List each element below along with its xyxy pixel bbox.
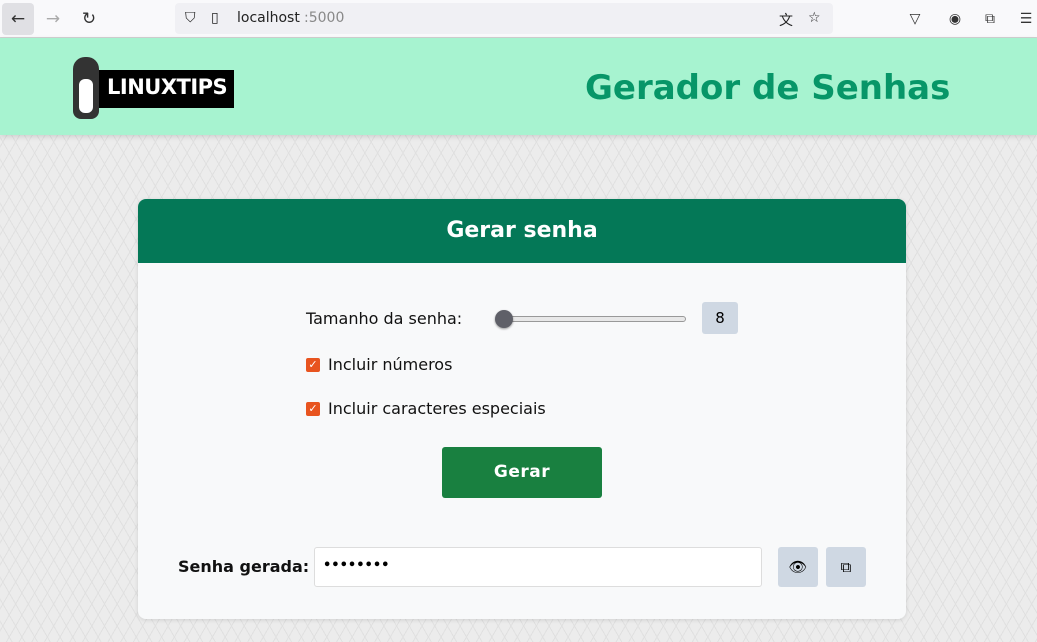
url-port: :5000 [304, 10, 345, 26]
penguin-icon [73, 57, 99, 119]
generate-button[interactable]: Gerar [442, 447, 602, 498]
forward-button[interactable]: → [37, 3, 69, 35]
generated-password-field[interactable]: •••••••• [314, 547, 762, 587]
length-label: Tamanho da senha: [306, 309, 463, 328]
back-button[interactable]: ← [2, 3, 34, 35]
show-password-button[interactable]: 👁 [778, 547, 818, 587]
generated-label: Senha gerada: [178, 557, 310, 576]
menu-icon[interactable]: ☰ [1010, 3, 1037, 35]
generator-card: Gerar senha Tamanho da senha: 8 ✓ Inclui… [138, 199, 906, 619]
card-title: Gerar senha [138, 199, 906, 263]
include-special-checkbox[interactable]: ✓ [306, 402, 320, 416]
pocket-icon[interactable]: ▽ [899, 3, 931, 35]
logo-text: LINUXTIPS [93, 70, 234, 108]
include-special-label[interactable]: Incluir caracteres especiais [328, 399, 546, 418]
translate-icon[interactable]: 文 [779, 10, 793, 30]
copy-icon: ⧉ [840, 558, 852, 576]
account-icon[interactable]: ◉ [939, 3, 971, 35]
reload-button[interactable]: ↻ [73, 3, 105, 35]
linuxtips-logo[interactable]: LINUXTIPS [73, 57, 235, 119]
address-bar[interactable]: ⛉ ▯ localhost :5000 文 ☆ [175, 3, 833, 34]
length-slider[interactable] [503, 316, 686, 322]
extensions-icon[interactable]: ⧉ [974, 3, 1006, 35]
include-numbers-label[interactable]: Incluir números [328, 355, 452, 374]
eye-icon: 👁 [788, 558, 808, 576]
page-icon: ▯ [211, 10, 219, 26]
length-value: 8 [702, 302, 738, 334]
page-title: Gerador de Senhas [585, 68, 951, 108]
copy-button[interactable]: ⧉ [826, 547, 866, 587]
url-host: localhost [237, 10, 300, 26]
browser-toolbar: ← → ↻ ⛉ ▯ localhost :5000 文 ☆ ▽ ◉ ⧉ ☰ [0, 0, 1037, 38]
include-numbers-checkbox[interactable]: ✓ [306, 358, 320, 372]
star-icon[interactable]: ☆ [808, 10, 821, 26]
shield-icon: ⛉ [185, 10, 196, 26]
length-slider-thumb[interactable] [495, 310, 513, 328]
